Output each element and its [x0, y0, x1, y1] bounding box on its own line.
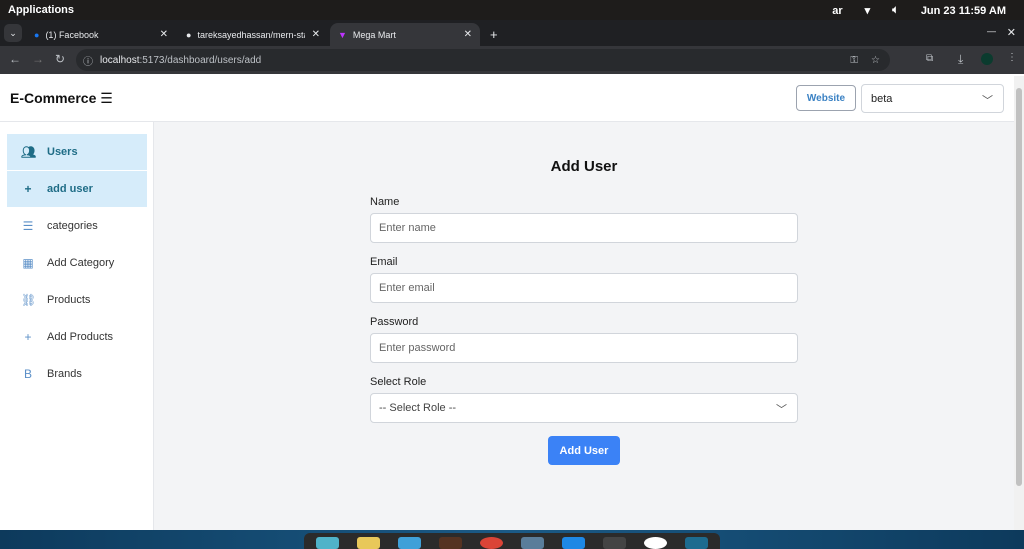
- tab-search-button[interactable]: ⌄: [4, 24, 22, 42]
- products-icon: ⛓: [21, 293, 37, 307]
- page-title: Add User: [550, 158, 618, 175]
- app-header: E-Commerce ☰ Website beta ﹀: [0, 76, 1014, 122]
- brand: E-Commerce ☰: [10, 90, 113, 106]
- name-label: Name: [370, 196, 400, 208]
- password-key-icon[interactable]: ⚿: [850, 55, 858, 66]
- sidebar-item-add-category[interactable]: ▦ Add Category: [7, 245, 147, 281]
- close-icon[interactable]: ✕: [464, 29, 472, 40]
- password-label: Password: [370, 316, 419, 328]
- tab-facebook[interactable]: ● (1) Facebook ✕: [26, 23, 176, 46]
- list-icon: ☰: [22, 219, 34, 233]
- applications-menu[interactable]: Applications: [8, 4, 74, 16]
- app-icon[interactable]: [357, 537, 380, 549]
- clock[interactable]: Jun 23 11:59 AM: [921, 5, 1006, 17]
- vite-icon: ▼: [338, 29, 347, 40]
- email-input[interactable]: [370, 273, 798, 303]
- sidebar-item-users[interactable]: 👥︎ Users: [7, 134, 147, 170]
- system-bar: Applications ar ▾ 🔈︎ Jun 23 11:59 AM: [0, 0, 1024, 20]
- tab-github[interactable]: ● tareksayedhassan/mern-sta ✕: [178, 23, 328, 46]
- scrollbar-thumb[interactable]: [1016, 88, 1022, 486]
- site-info-icon[interactable]: ⓘ: [83, 53, 93, 68]
- dock: [304, 533, 720, 549]
- sidebar-item-add-products[interactable]: + Add Products: [7, 319, 147, 355]
- role-label: Select Role: [370, 376, 427, 388]
- sidebar-item-products[interactable]: ⛓ Products: [7, 282, 147, 318]
- lang-indicator[interactable]: ar: [832, 5, 842, 17]
- close-icon[interactable]: ✕: [160, 29, 168, 40]
- close-icon[interactable]: ✕: [312, 29, 320, 40]
- main-content: Add User Name Email Password Select Role…: [154, 122, 1014, 530]
- sidebar: 👥︎ Users + add user ☰ categories ▦ Add Categ…: [0, 122, 154, 530]
- bookmark-star-icon[interactable]: ☆: [871, 55, 880, 66]
- taskbar: [0, 530, 1024, 549]
- wifi-icon[interactable]: ▾: [865, 4, 871, 17]
- extensions-icon[interactable]: ⧉: [926, 53, 933, 64]
- forward-icon[interactable]: →: [32, 52, 44, 66]
- page-scrollbar[interactable]: [1014, 76, 1024, 530]
- email-label: Email: [370, 256, 398, 268]
- address-toolbar: ← → ↻ ⓘ localhost:5173/dashboard/users/a…: [0, 46, 1024, 74]
- password-input[interactable]: [370, 333, 798, 363]
- plus-icon: +: [24, 182, 32, 196]
- github-icon: ●: [186, 29, 192, 40]
- vscode-icon[interactable]: [562, 537, 585, 549]
- hamburger-icon[interactable]: ☰: [100, 90, 113, 106]
- url-bar[interactable]: ⓘ localhost:5173/dashboard/users/add ⚿ ☆: [76, 49, 890, 71]
- app-icon[interactable]: [685, 537, 708, 549]
- chevron-down-icon: ﹀: [776, 404, 787, 416]
- download-icon[interactable]: ⤓: [958, 52, 963, 67]
- profile-avatar[interactable]: [981, 53, 993, 65]
- add-user-button[interactable]: Add User: [548, 436, 620, 465]
- plus-icon: +: [24, 330, 32, 344]
- new-tab-button[interactable]: +: [482, 23, 506, 46]
- app-icon[interactable]: [398, 537, 421, 549]
- terminal-icon[interactable]: [603, 537, 626, 549]
- reload-icon[interactable]: ↻: [55, 52, 65, 66]
- add-category-icon: ▦: [22, 256, 34, 270]
- minimize-icon[interactable]: —: [987, 26, 996, 36]
- account-select[interactable]: beta ﹀: [861, 84, 1004, 113]
- volume-icon[interactable]: 🔈︎: [892, 4, 899, 17]
- facebook-icon: ●: [34, 29, 40, 40]
- tab-mega-mart[interactable]: ▼ Mega Mart ✕: [330, 23, 480, 46]
- back-icon[interactable]: ←: [9, 52, 21, 66]
- files-icon[interactable]: [521, 537, 544, 549]
- brand-icon: B: [23, 367, 32, 381]
- whatsapp-icon[interactable]: [644, 537, 667, 549]
- role-select[interactable]: -- Select Role -- ﹀: [370, 393, 798, 423]
- sidebar-item-add-user[interactable]: + add user: [7, 171, 147, 207]
- app-icon[interactable]: [316, 537, 339, 549]
- chevron-down-icon: ﹀: [982, 95, 993, 107]
- name-input[interactable]: [370, 213, 798, 243]
- close-window-icon[interactable]: ✕: [1007, 26, 1016, 39]
- sidebar-item-brands[interactable]: B Brands: [7, 356, 147, 392]
- tab-bar: ⌄ ● (1) Facebook ✕ ● tareksayedhassan/mern-…: [0, 20, 1024, 46]
- website-button[interactable]: Website: [796, 85, 856, 111]
- app-icon[interactable]: [439, 537, 462, 549]
- users-icon: 👥︎: [21, 145, 37, 159]
- chrome-icon[interactable]: [480, 537, 503, 549]
- sidebar-item-categories[interactable]: ☰ categories: [7, 208, 147, 244]
- menu-icon[interactable]: ⋮: [1007, 52, 1017, 63]
